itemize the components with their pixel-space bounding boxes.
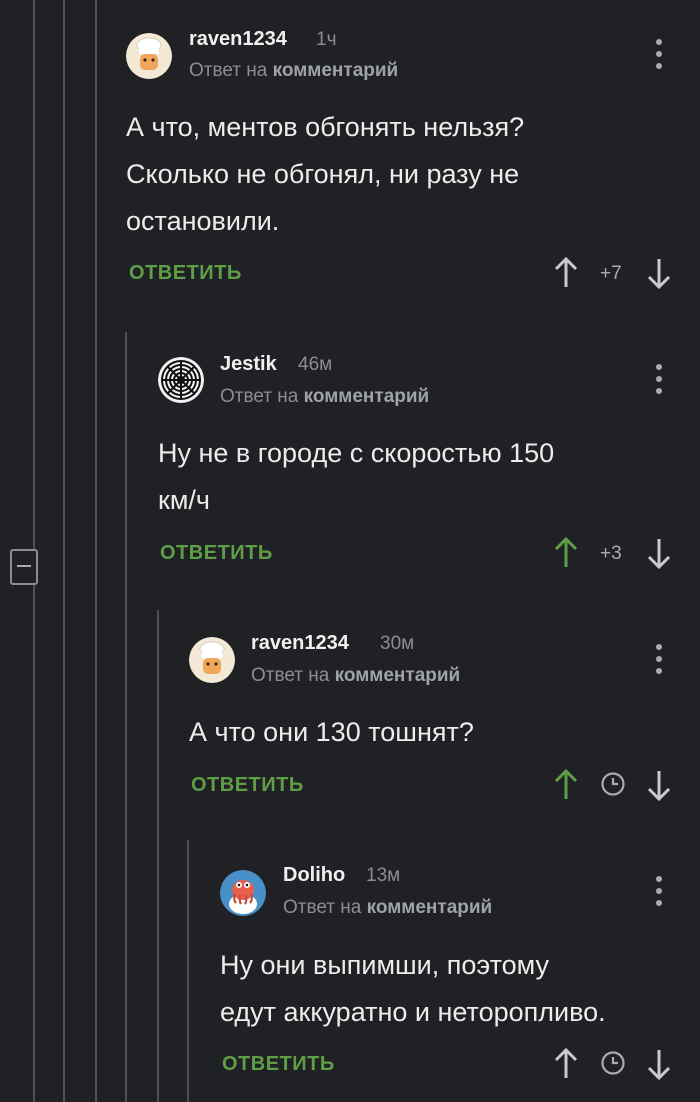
reply-to-link[interactable]: Ответ на комментарий: [283, 897, 492, 919]
user-avatar[interactable]: [220, 870, 266, 916]
comment: Doliho 13м Ответ на комментарий Ну они в…: [0, 0, 700, 1102]
comment-author[interactable]: Doliho: [283, 864, 345, 887]
comment-time: 13м: [366, 865, 401, 886]
upvote-arrow-icon[interactable]: [553, 1047, 579, 1081]
clock-icon: [601, 1051, 625, 1075]
reply-to-prefix: Ответ на: [283, 897, 362, 918]
comment-body: Ну они выпимши, поэтому едут аккуратно и…: [220, 942, 606, 1036]
downvote-arrow-icon[interactable]: [646, 1047, 672, 1081]
comment-line: Ну они выпимши, поэтому: [220, 950, 550, 980]
comment-line: едут аккуратно и неторопливо.: [220, 997, 606, 1027]
reply-button[interactable]: ОТВЕТИТЬ: [222, 1053, 335, 1076]
more-options-icon[interactable]: [652, 874, 666, 908]
reply-to-target[interactable]: комментарий: [367, 897, 493, 918]
